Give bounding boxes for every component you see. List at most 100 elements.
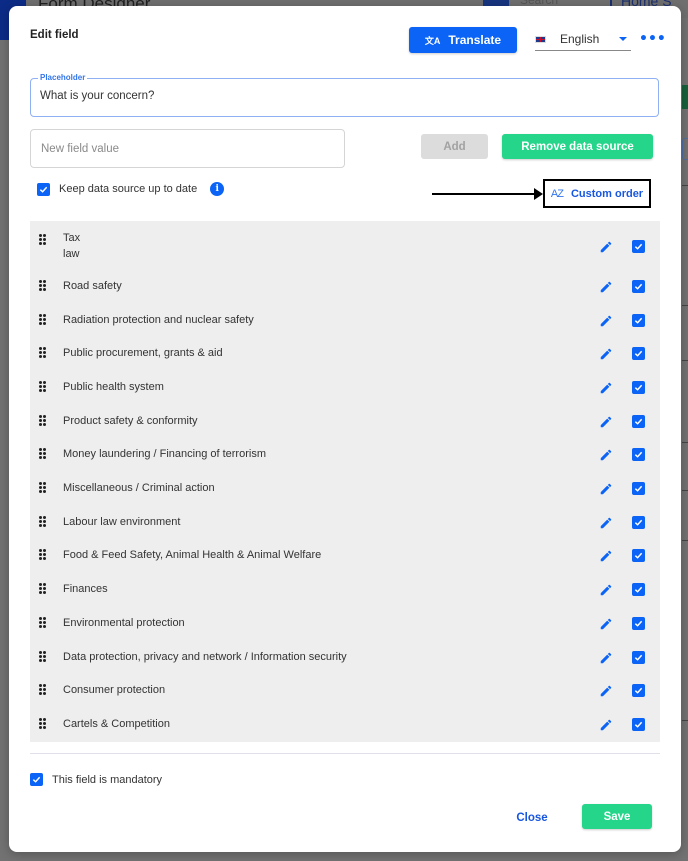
list-item-label: Miscellaneous / Criminal action	[63, 482, 215, 494]
list-item-label: Product safety & conformity	[63, 415, 198, 427]
list-item-label: Data protection, privacy and network / I…	[63, 651, 347, 663]
background-outline-button	[682, 138, 688, 160]
new-field-value-input[interactable]	[30, 129, 345, 168]
background-line	[682, 490, 688, 491]
language-select[interactable]: English	[535, 28, 631, 51]
list-item-checkbox[interactable]	[632, 414, 645, 428]
drag-handle-icon[interactable]	[39, 684, 46, 695]
keep-up-to-date-row: Keep data source up to date i	[37, 182, 225, 196]
mandatory-label: This field is mandatory	[52, 773, 163, 786]
list-item: Road safety	[30, 278, 660, 294]
list-item: Money laundering / Financing of terroris…	[30, 446, 660, 462]
list-item: Cartels & Competition	[30, 716, 660, 732]
list-item-checkbox[interactable]	[632, 346, 645, 360]
check-icon	[634, 620, 643, 627]
modal-title: Edit field	[30, 29, 79, 41]
background-green-block	[682, 85, 688, 109]
drag-handle-icon[interactable]	[39, 381, 46, 392]
list-item: Tax law	[30, 230, 660, 262]
drag-handle-icon[interactable]	[39, 549, 46, 560]
custom-order-label: Custom order	[570, 187, 644, 200]
drag-handle-icon[interactable]	[39, 234, 46, 245]
edit-pencil-icon[interactable]	[599, 548, 613, 562]
edit-pencil-icon[interactable]	[599, 683, 613, 697]
list-item-checkbox[interactable]	[632, 548, 645, 562]
edit-pencil-icon[interactable]	[599, 717, 613, 731]
drag-handle-icon[interactable]	[39, 617, 46, 628]
placeholder-field[interactable]: Placeholder	[30, 73, 659, 117]
check-icon	[634, 350, 643, 357]
save-button[interactable]: Save	[582, 804, 652, 829]
divider	[30, 753, 660, 754]
list-item-checkbox[interactable]	[632, 582, 645, 596]
edit-pencil-icon[interactable]	[599, 380, 613, 394]
list-item-label: Consumer protection	[63, 684, 166, 696]
edit-pencil-icon[interactable]	[599, 650, 613, 664]
keep-up-to-date-checkbox[interactable]	[37, 182, 50, 196]
list-item-label: Road safety	[63, 280, 122, 292]
list-item-label: Public procurement, grants & aid	[63, 347, 223, 359]
edit-pencil-icon[interactable]	[599, 279, 613, 293]
list-item-label: Money laundering / Financing of terroris…	[63, 448, 266, 460]
list-item-label: Radiation protection and nuclear safety	[63, 314, 254, 326]
list-item: Environmental protection	[30, 615, 660, 631]
mandatory-row: This field is mandatory	[30, 773, 162, 786]
drag-handle-icon[interactable]	[39, 482, 46, 493]
list-item-checkbox[interactable]	[632, 481, 645, 495]
more-horizontal-icon: •••	[639, 31, 666, 47]
edit-pencil-icon[interactable]	[599, 414, 613, 428]
list-item-checkbox[interactable]	[632, 616, 645, 630]
check-icon	[634, 283, 643, 290]
background-line	[682, 185, 688, 186]
drag-handle-icon[interactable]	[39, 516, 46, 527]
drag-handle-icon[interactable]	[39, 280, 46, 291]
custom-order-button[interactable]: AZ Custom order	[543, 179, 651, 208]
edit-pencil-icon[interactable]	[599, 346, 613, 360]
list-item: Data protection, privacy and network / I…	[30, 649, 660, 665]
drag-handle-icon[interactable]	[39, 448, 46, 459]
remove-data-source-button[interactable]: Remove data source	[502, 134, 653, 159]
add-button[interactable]: Add	[421, 134, 488, 159]
info-icon[interactable]: i	[210, 182, 225, 196]
edit-pencil-icon[interactable]	[599, 582, 613, 596]
drag-handle-icon[interactable]	[39, 651, 46, 662]
list-item-checkbox[interactable]	[632, 313, 645, 327]
list-item-checkbox[interactable]	[632, 717, 645, 731]
drag-handle-icon[interactable]	[39, 314, 46, 325]
drag-handle-icon[interactable]	[39, 415, 46, 426]
annotation-arrow-line	[432, 193, 537, 195]
placeholder-input[interactable]	[40, 90, 640, 102]
edit-pencil-icon[interactable]	[599, 515, 613, 529]
list-item-label: Cartels & Competition	[63, 718, 170, 730]
list-item: Public health system	[30, 379, 660, 395]
edit-pencil-icon[interactable]	[599, 447, 613, 461]
list-item: Consumer protection	[30, 682, 660, 698]
list-item: Public procurement, grants & aid	[30, 345, 660, 361]
list-item-checkbox[interactable]	[632, 515, 645, 529]
edit-pencil-icon[interactable]	[599, 481, 613, 495]
check-icon	[634, 384, 643, 391]
list-item-checkbox[interactable]	[632, 240, 645, 253]
check-icon	[39, 186, 48, 193]
check-icon	[634, 451, 643, 458]
translate-button[interactable]: 文A Translate	[409, 27, 517, 53]
edit-pencil-icon[interactable]	[599, 616, 613, 630]
mandatory-checkbox[interactable]	[30, 773, 43, 786]
list-item-checkbox[interactable]	[632, 279, 645, 293]
more-options-button[interactable]: •••	[639, 32, 666, 46]
list-item-checkbox[interactable]	[632, 380, 645, 394]
caret-down-icon	[619, 37, 627, 41]
edit-pencil-icon[interactable]	[599, 313, 613, 327]
edit-pencil-icon[interactable]	[599, 239, 613, 253]
drag-handle-icon[interactable]	[39, 718, 46, 729]
list-item-checkbox[interactable]	[632, 683, 645, 697]
drag-handle-icon[interactable]	[39, 347, 46, 358]
check-icon	[634, 418, 643, 425]
drag-handle-icon[interactable]	[39, 583, 46, 594]
list-item-checkbox[interactable]	[632, 447, 645, 461]
language-selected: English	[560, 32, 600, 46]
list-item-checkbox[interactable]	[632, 650, 645, 664]
check-icon	[634, 485, 643, 492]
check-icon	[32, 776, 41, 783]
close-button[interactable]: Close	[499, 806, 565, 830]
